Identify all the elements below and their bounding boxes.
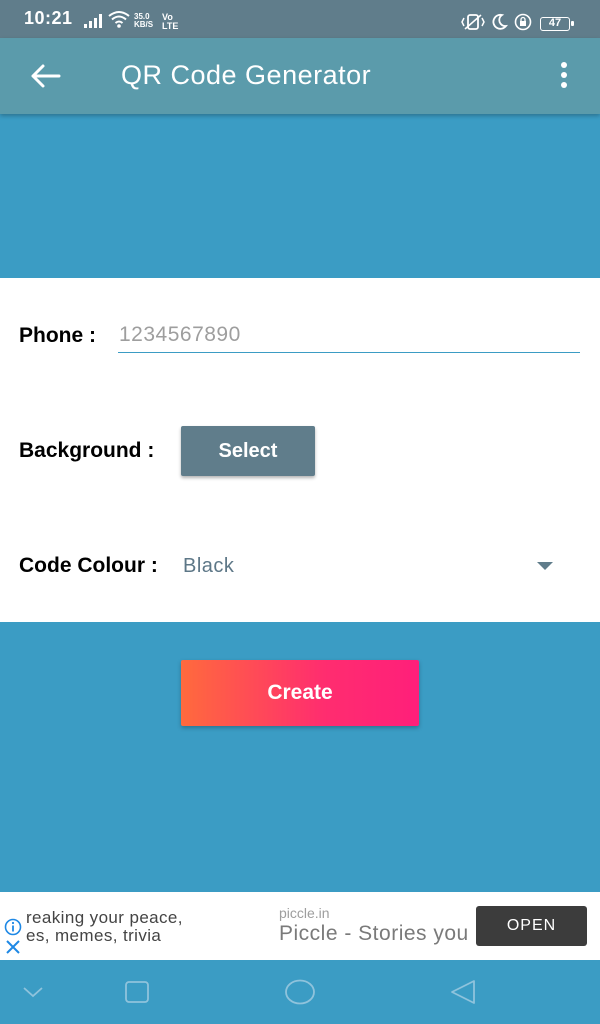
- back-triangle-icon[interactable]: [448, 978, 478, 1006]
- ad-title: Piccle - Stories you love: [279, 922, 474, 945]
- ad-open-button[interactable]: OPEN: [476, 906, 587, 946]
- background-label: Background :: [19, 439, 155, 462]
- net-speed: 35.0 KB/S: [134, 12, 154, 29]
- system-nav-bar: [0, 960, 600, 1024]
- create-button[interactable]: Create: [181, 660, 419, 726]
- page-title: QR Code Generator: [121, 60, 372, 90]
- vibrate-icon: [461, 14, 485, 30]
- wifi-icon: [108, 11, 130, 28]
- recents-square-icon[interactable]: [124, 980, 150, 1004]
- ad-banner[interactable]: reaking your peace, es, memes, trivia pi…: [0, 892, 600, 960]
- code-colour-label: Code Colour :: [19, 554, 158, 577]
- ad-info-icon[interactable]: [4, 918, 22, 936]
- status-time: 10:21: [24, 8, 73, 28]
- ad-text-line2: es, memes, trivia: [26, 926, 162, 945]
- phone-label: Phone :: [19, 324, 96, 347]
- battery-indicator: 47: [540, 17, 574, 31]
- phone-input[interactable]: [118, 318, 580, 353]
- rotation-lock-icon: [514, 13, 532, 31]
- do-not-disturb-moon-icon: [492, 13, 508, 30]
- status-bar: 10:21 35.0 KB/S Vo LTE 47: [0, 0, 600, 38]
- select-background-button[interactable]: Select: [181, 426, 315, 476]
- chevron-down-icon[interactable]: [22, 985, 44, 999]
- app-bar: QR Code Generator: [0, 38, 600, 114]
- dropdown-arrow-icon[interactable]: [537, 562, 553, 570]
- home-circle-icon[interactable]: [284, 978, 316, 1006]
- ad-domain: piccle.in: [279, 905, 330, 921]
- more-vert-icon[interactable]: [552, 62, 576, 92]
- ad-text-line1: reaking your peace,: [26, 908, 183, 927]
- code-colour-dropdown[interactable]: Black: [183, 555, 234, 578]
- signal-icon: [84, 14, 102, 28]
- arrow-back-icon[interactable]: [30, 62, 62, 90]
- volte-indicator: Vo LTE: [162, 12, 179, 31]
- ad-close-icon[interactable]: [5, 939, 21, 955]
- form-card: Phone : Background : Select Code Colour …: [0, 278, 600, 622]
